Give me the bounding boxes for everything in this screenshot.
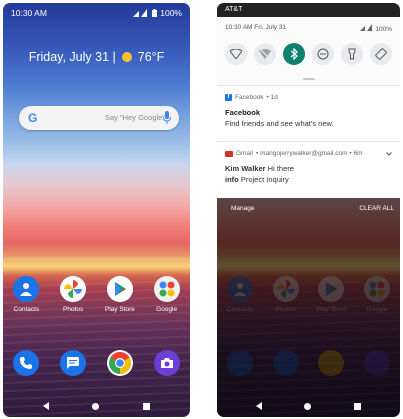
- notification-sender: Kim Walker: [225, 164, 266, 173]
- sun-icon: [121, 52, 132, 62]
- recents-icon[interactable]: [353, 402, 361, 410]
- clear-all-button[interactable]: CLEAR ALL: [359, 205, 394, 212]
- wifi-icon: [230, 49, 242, 59]
- google-icon: G: [28, 111, 38, 125]
- manage-button[interactable]: Manage: [231, 205, 255, 212]
- app-label: Photos: [63, 306, 84, 313]
- nav-bar: [217, 395, 400, 417]
- phone-icon: [13, 350, 40, 376]
- notification-gmail[interactable]: Gmail • mangojerrywalker@gmail.com • 6m …: [217, 141, 400, 198]
- messages-icon: [60, 350, 87, 376]
- dnd-icon: [317, 48, 329, 60]
- notification-sender-text: Hi there: [267, 164, 294, 173]
- carrier-bar: AT&T: [217, 3, 400, 17]
- dock-camera[interactable]: [145, 350, 189, 376]
- notification-shade-screen: Contacts Photos Play Store Google AT&T 1…: [217, 3, 400, 417]
- flashlight-icon: [348, 48, 356, 60]
- status-bar: 10:30 AM 100%: [3, 3, 190, 21]
- back-icon[interactable]: [42, 402, 49, 410]
- notification-subject: Project Inquiry: [240, 175, 289, 184]
- notification-subject-line: info Project Inquiry: [225, 175, 289, 184]
- mic-icon[interactable]: [163, 111, 171, 125]
- home-screen: 10:30 AM 100% Friday, July 31 | 76°F G S…: [3, 3, 190, 417]
- bluetooth-icon: [290, 48, 298, 60]
- tile-wifi-off[interactable]: [254, 43, 276, 65]
- qs-battery: 100%: [359, 24, 392, 33]
- carrier-name: AT&T: [225, 6, 243, 13]
- date-text: Friday, July 31 |: [28, 50, 116, 64]
- photos-icon: [60, 276, 87, 302]
- home-icon[interactable]: [92, 402, 100, 410]
- rotate-icon: [375, 48, 387, 60]
- battery-percent: 100%: [375, 26, 392, 33]
- shade-actions: Manage CLEAR ALL: [217, 199, 400, 219]
- search-placeholder: Say "Hey Google": [105, 113, 165, 122]
- qs-time-date: 10:30 AM Fri, July 31: [225, 24, 287, 31]
- qs-header: 10:30 AM Fri, July 31 100%: [225, 24, 392, 33]
- gmail-icon: [225, 150, 233, 157]
- battery-icon: [152, 9, 158, 17]
- notification-body: Find friends and see what's new.: [225, 119, 334, 128]
- tile-flashlight[interactable]: [341, 43, 363, 65]
- notification-shade: AT&T 10:30 AM Fri, July 31 100% f Facebo…: [217, 3, 400, 198]
- expand-chevron-icon[interactable]: [386, 152, 392, 156]
- nav-bar: [3, 395, 190, 417]
- dock: [3, 350, 190, 376]
- notification-meta: • mangojerrywalker@gmail.com • 6m: [255, 150, 363, 157]
- recents-icon[interactable]: [143, 402, 151, 410]
- shade-drag-handle[interactable]: [302, 78, 315, 80]
- contacts-icon: [13, 276, 40, 302]
- camera-icon: [153, 350, 180, 376]
- tile-dnd[interactable]: [312, 43, 334, 65]
- notification-app-name: Facebook: [235, 94, 264, 101]
- notification-app-name: Gmail: [236, 150, 253, 157]
- notification-header: Gmail • mangojerrywalker@gmail.com • 6m: [225, 150, 363, 157]
- home-app-row: Contacts Photos Play Store Google: [3, 276, 190, 313]
- app-google-folder[interactable]: Google: [145, 276, 189, 313]
- chrome-icon: [106, 350, 133, 376]
- dock-chrome[interactable]: [98, 350, 142, 376]
- quick-settings: 10:30 AM Fri, July 31 100%: [217, 17, 400, 85]
- tile-auto-rotate[interactable]: [370, 43, 392, 65]
- qs-tiles: [225, 43, 392, 65]
- status-time: 10:30 AM: [11, 8, 47, 18]
- wifi-off-icon: [259, 49, 271, 59]
- notification-header: f Facebook • 1d: [225, 94, 278, 101]
- app-label: Play Store: [104, 306, 135, 313]
- home-icon[interactable]: [304, 402, 312, 410]
- notification-time: • 1d: [266, 94, 278, 101]
- dock-messages[interactable]: [51, 350, 95, 376]
- notification-label: info: [225, 175, 239, 184]
- back-icon[interactable]: [256, 402, 263, 410]
- facebook-icon: f: [225, 94, 232, 101]
- google-folder-icon: [153, 276, 180, 302]
- temperature-text: 76°F: [137, 50, 165, 64]
- app-photos[interactable]: Photos: [51, 276, 95, 313]
- google-search-bar[interactable]: G Say "Hey Google": [19, 106, 179, 130]
- app-label: Google: [156, 306, 178, 313]
- tile-wifi[interactable]: [225, 43, 247, 65]
- dock-phone[interactable]: [4, 350, 48, 376]
- notification-facebook[interactable]: f Facebook • 1d Facebook Find friends an…: [217, 85, 400, 142]
- play-store-icon: [106, 276, 133, 302]
- app-label: Contacts: [13, 306, 40, 313]
- signal-icon: [133, 9, 148, 17]
- battery-percent: 100%: [160, 8, 182, 18]
- app-play-store[interactable]: Play Store: [98, 276, 142, 313]
- date-weather-widget[interactable]: Friday, July 31 | 76°F: [3, 50, 190, 64]
- notification-title: Facebook: [225, 108, 261, 117]
- tile-bluetooth[interactable]: [283, 43, 305, 65]
- signal-icon: [359, 24, 372, 31]
- app-contacts[interactable]: Contacts: [4, 276, 48, 313]
- notification-sender-line: Kim Walker Hi there: [225, 164, 294, 173]
